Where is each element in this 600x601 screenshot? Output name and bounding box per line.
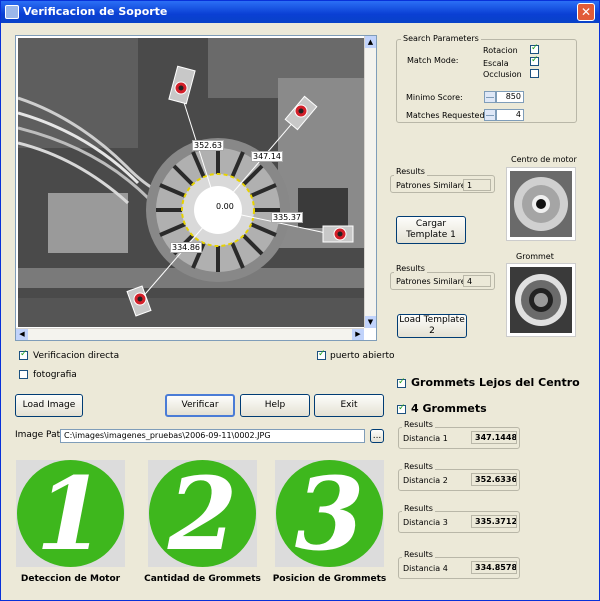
measurement-top-right: 347.14 — [251, 151, 283, 162]
minimo-score-spinner[interactable] — [484, 91, 496, 103]
distancia-1-title: Results — [402, 420, 435, 429]
image-viewer[interactable]: 352.63 347.14 0.00 335.37 334.86 ▲ ▼ ◀ ▶ — [15, 35, 377, 341]
step-1-digit: 1 — [35, 455, 106, 573]
scroll-up-icon[interactable]: ▲ — [365, 36, 376, 48]
puerto-abierto-checkbox[interactable] — [317, 349, 326, 360]
step-2-digit: 2 — [167, 455, 238, 573]
measurement-bottom-left: 334.86 — [170, 242, 202, 253]
fotografia-label: fotografia — [33, 370, 77, 380]
app-icon — [5, 5, 19, 19]
measurement-right: 335.37 — [271, 212, 303, 223]
cuatro-grommets-label: 4 Grommets — [411, 402, 487, 415]
search-parameters-title: Search Parameters — [401, 34, 481, 43]
step-2-caption: Cantidad de Grommets — [144, 574, 261, 584]
verificacion-directa-checkbox[interactable] — [19, 349, 28, 360]
distancia-3-value: 335.3712 — [471, 515, 517, 528]
results-2-value: 4 — [463, 275, 491, 287]
results-1-label: Patrones Similares: — [396, 181, 473, 190]
match-mode-label: Match Mode: — [407, 56, 459, 65]
distancia-2-value: 352.6336 — [471, 473, 517, 486]
puerto-abierto-label: puerto abierto — [330, 351, 395, 361]
distancia-3-label: Distancia 3 — [403, 518, 448, 527]
results-1-value: 1 — [463, 179, 491, 191]
results-1-title: Results — [394, 167, 427, 176]
load-template-2-button[interactable]: Load Template 2 — [397, 314, 467, 338]
help-button[interactable]: Help — [240, 394, 310, 417]
cargar-template-button[interactable]: Cargar Template 1 — [396, 216, 466, 244]
cuatro-grommets-checkbox[interactable] — [397, 403, 406, 414]
verificacion-directa-label: Verificacion directa — [33, 351, 120, 361]
results-2-title: Results — [394, 264, 427, 273]
scroll-left-icon[interactable]: ◀ — [16, 329, 28, 340]
fotografia-checkbox[interactable] — [19, 370, 28, 379]
centro-motor-thumbnail — [510, 171, 572, 237]
distancia-4-value: 334.8578 — [471, 561, 517, 574]
distancia-2-title: Results — [402, 462, 435, 471]
escala-checkbox[interactable] — [530, 55, 539, 66]
centro-motor-template — [506, 167, 576, 241]
matches-requested-label: Matches Requested: — [406, 111, 488, 120]
verificar-button[interactable]: Verificar — [165, 394, 235, 417]
image-path-label: Image Path — [15, 430, 66, 440]
close-button[interactable]: ✕ — [577, 3, 595, 21]
minimo-score-input[interactable]: 850 — [496, 91, 524, 103]
minimo-score-label: Minimo Score: — [406, 93, 463, 102]
centro-motor-label: Centro de motor — [511, 155, 577, 164]
motor-image — [18, 38, 368, 327]
step-3-caption: Posicion de Grommets — [272, 574, 387, 584]
rotacion-label: Rotacion — [483, 46, 518, 55]
step-3-image: 3 — [275, 460, 384, 567]
vertical-scrollbar[interactable]: ▲ ▼ — [364, 36, 376, 328]
grommets-lejos-label: Grommets Lejos del Centro — [411, 376, 580, 389]
occlusion-label: Occlusion — [483, 70, 522, 79]
grommet-thumbnail — [510, 267, 572, 333]
distancia-3-title: Results — [402, 504, 435, 513]
grommet-template — [506, 263, 576, 337]
horizontal-scrollbar[interactable]: ◀ ▶ — [16, 328, 364, 340]
step-3-digit: 3 — [294, 455, 365, 573]
image-path-input[interactable]: C:\images\imagenes_pruebas\2006-09-11\00… — [60, 429, 365, 443]
occlusion-checkbox[interactable] — [530, 69, 539, 78]
step-2-image: 2 — [148, 460, 257, 567]
load-image-button[interactable]: Load Image — [15, 394, 83, 417]
measurement-top: 352.63 — [192, 140, 224, 151]
grommet-label: Grommet — [516, 252, 554, 261]
distancia-4-label: Distancia 4 — [403, 564, 448, 573]
exit-button[interactable]: Exit — [314, 394, 384, 417]
distancia-2-label: Distancia 2 — [403, 476, 448, 485]
title-bar[interactable]: Verificacion de Soporte ✕ — [1, 1, 599, 23]
results-2-label: Patrones Similares: — [396, 277, 473, 286]
grommets-lejos-checkbox[interactable] — [397, 377, 406, 388]
window-title: Verificacion de Soporte — [23, 5, 168, 18]
escala-label: Escala — [483, 59, 509, 68]
rotacion-checkbox[interactable] — [530, 43, 539, 54]
step-1-caption: Deteccion de Motor — [20, 574, 121, 584]
distancia-4-title: Results — [402, 550, 435, 559]
browse-button[interactable]: ... — [370, 429, 384, 443]
matches-requested-input[interactable]: 4 — [496, 109, 524, 121]
main-window: Verificacion de Soporte ✕ 352.63 347.14 … — [0, 0, 600, 601]
scroll-down-icon[interactable]: ▼ — [365, 316, 376, 328]
scroll-right-icon[interactable]: ▶ — [352, 329, 364, 340]
distancia-1-label: Distancia 1 — [403, 434, 448, 443]
matches-requested-spinner[interactable] — [484, 109, 496, 121]
step-1-image: 1 — [16, 460, 125, 567]
distancia-1-value: 347.1448 — [471, 431, 517, 444]
measurement-center: 0.00 — [215, 202, 235, 211]
